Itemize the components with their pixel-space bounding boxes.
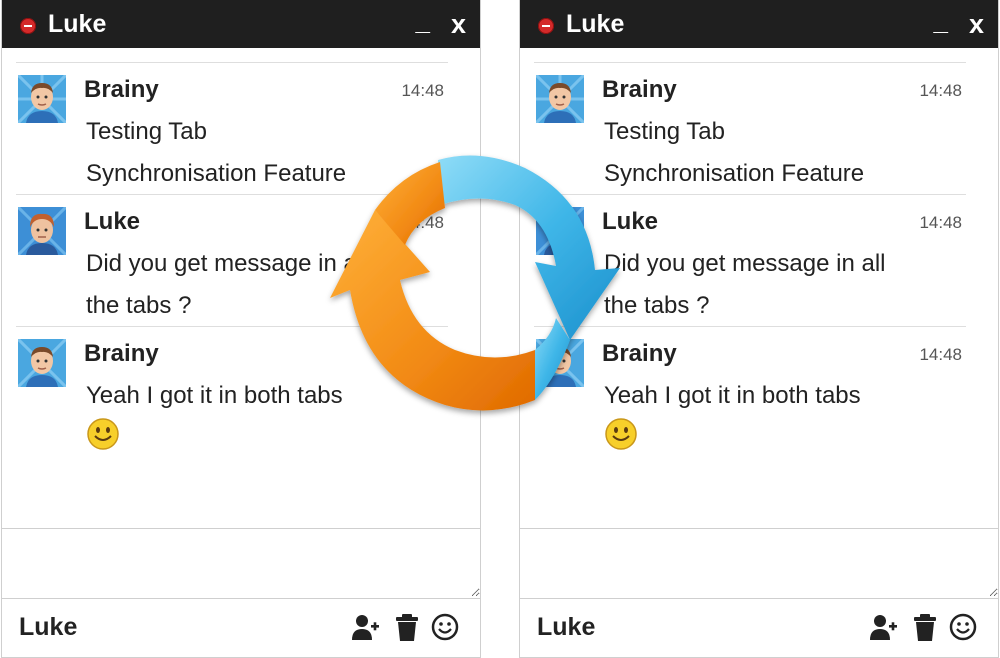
message-item: Luke 14:48 Did you get message in all th… [534,194,966,326]
add-user-icon[interactable] [350,612,380,642]
emoji-icon[interactable] [948,612,978,642]
message-item: Brainy 14:48 Yeah I got it in both tabs [16,326,448,467]
smiley-emoticon [86,417,120,451]
footer-contact-name: Luke [19,613,78,641]
message-item: Luke 14:48 Did you get message in all th… [16,194,448,326]
message-list[interactable]: Brainy 14:48 Testing Tab Synchronisation… [534,62,966,528]
window-title: Luke [48,10,107,38]
minimize-button[interactable]: _ [934,6,948,36]
avatar-luke [18,207,66,255]
avatar-brainy [536,75,584,123]
minimize-button[interactable]: _ [416,6,430,36]
avatar-brainy [18,75,66,123]
chat-window-right: Luke _ x Brainy 14:48 Testing Tab Synchr… [519,0,999,658]
message-time: 14:48 [401,345,444,364]
footer-contact-name: Luke [537,613,596,641]
message-sender: Brainy [84,76,159,103]
window-title: Luke [566,10,625,38]
message-line: Testing Tab [604,118,725,145]
status-busy-icon [20,18,36,34]
footer-divider [520,598,998,599]
message-time: 14:48 [919,345,962,364]
message-line: Testing Tab [86,118,207,145]
status-busy-icon [538,18,554,34]
message-time: 14:48 [401,81,444,100]
emoji-icon[interactable] [430,612,460,642]
message-time: 14:48 [919,81,962,100]
message-input[interactable] [520,529,998,597]
message-line: Synchronisation Feature [86,160,347,187]
trash-icon[interactable] [910,612,940,642]
smiley-emoticon [604,417,638,451]
message-sender: Brainy [602,76,677,103]
message-line: the tabs ? [86,292,192,319]
message-item: Brainy 14:48 Yeah I got it in both tabs [534,326,966,467]
close-button[interactable]: x [451,9,466,39]
message-line: Did you get message in all [604,250,886,277]
message-sender: Brainy [602,340,677,367]
message-sender: Brainy [84,340,159,367]
avatar-brainy [18,339,66,387]
chat-window-left: Luke _ x Brainy 14:48 Testing Tab Synchr… [1,0,481,658]
add-user-icon[interactable] [868,612,898,642]
message-time: 14:48 [919,213,962,232]
close-button[interactable]: x [969,9,984,39]
trash-icon[interactable] [392,612,422,642]
message-sender: Luke [602,208,659,235]
message-line: Synchronisation Feature [604,160,865,187]
message-item: Brainy 14:48 Testing Tab Synchronisation… [534,62,966,194]
footer-divider [2,598,480,599]
message-line: the tabs ? [604,292,710,319]
message-line: Did you get message in all [86,250,368,277]
title-bar[interactable]: Luke _ x [2,0,480,48]
message-item: Brainy 14:48 Testing Tab Synchronisation… [16,62,448,194]
avatar-brainy [536,339,584,387]
avatar-luke [536,207,584,255]
message-line: Yeah I got it in both tabs [604,382,861,409]
message-time: 14:48 [401,213,444,232]
message-input[interactable] [2,529,480,597]
title-bar[interactable]: Luke _ x [520,0,998,48]
message-sender: Luke [84,208,141,235]
message-list[interactable]: Brainy 14:48 Testing Tab Synchronisation… [16,62,448,528]
message-line: Yeah I got it in both tabs [86,382,343,409]
